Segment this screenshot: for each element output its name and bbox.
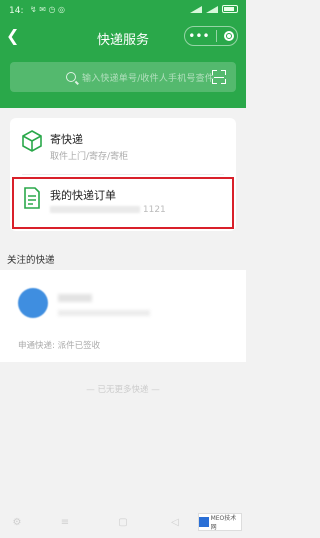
search-icon <box>66 72 76 82</box>
title-bar: ❮ 快递服务 ••• <box>0 22 246 52</box>
header-background: 14: ↯ ✉ ◷ ◎ ❮ 快递服务 ••• 输入快递单号/收件人手机号查件 <box>0 0 246 108</box>
send-express-subtitle: 取件上门/寄存/寄柜 <box>50 152 129 162</box>
highlight-box <box>12 177 234 229</box>
nav-settings-icon[interactable]: ⚙ <box>12 518 22 528</box>
send-express-item[interactable]: 寄快递 取件上门/寄存/寄柜 <box>10 118 236 174</box>
notification-icons: ↯ ✉ ◷ ◎ <box>30 5 65 14</box>
followed-parcel-card[interactable]: 申通快递: 派件已签收 <box>0 270 246 362</box>
blurred-name <box>58 294 92 302</box>
package-icon <box>22 130 42 152</box>
close-icon[interactable] <box>223 31 234 41</box>
end-of-list-hint: — 已无更多快递 — <box>86 385 160 395</box>
follow-section-title: 关注的快递 <box>7 255 55 266</box>
status-bar: 14: ↯ ✉ ◷ ◎ <box>0 0 246 22</box>
more-icon[interactable]: ••• <box>188 29 209 43</box>
search-placeholder: 输入快递单号/收件人手机号查件 <box>82 73 215 84</box>
battery-icon <box>222 5 238 13</box>
system-icons <box>190 5 238 13</box>
search-input[interactable]: 输入快递单号/收件人手机号查件 <box>10 62 236 92</box>
miniapp-capsule[interactable]: ••• <box>184 26 238 46</box>
capsule-divider <box>216 30 218 42</box>
nav-back-icon[interactable]: ◁ <box>170 518 180 528</box>
courier-logo <box>18 288 48 318</box>
wifi-icon <box>206 5 218 13</box>
signal-icon <box>190 5 202 13</box>
watermark-logo: MEO技术网 <box>198 513 242 531</box>
watermark-text: MEO技术网 <box>210 515 237 531</box>
nav-menu-icon[interactable]: ≡ <box>60 518 70 528</box>
scan-icon[interactable] <box>212 70 226 84</box>
blurred-detail <box>58 310 150 316</box>
nav-home-icon[interactable]: ▢ <box>118 518 128 528</box>
send-express-title: 寄快递 <box>50 133 83 146</box>
status-time: 14: <box>9 6 24 16</box>
parcel-status: 申通快递: 派件已签收 <box>18 341 101 351</box>
